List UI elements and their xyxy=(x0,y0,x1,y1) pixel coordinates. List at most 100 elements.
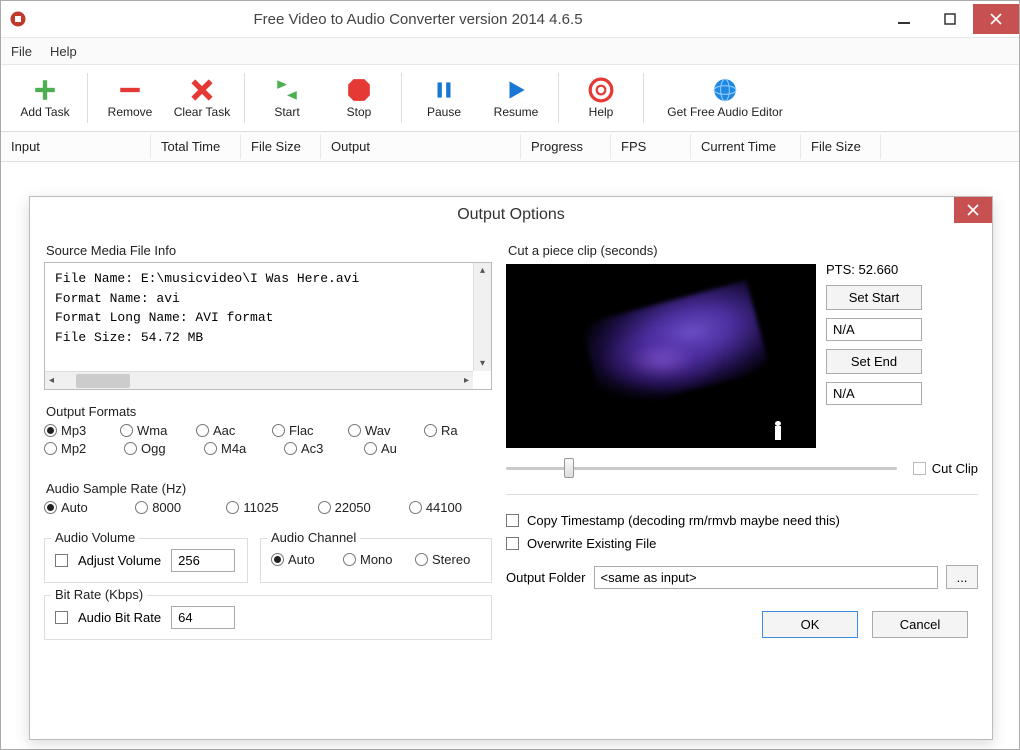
radio-dot-icon xyxy=(124,442,137,455)
format-radio-ogg[interactable]: Ogg xyxy=(124,441,196,456)
close-icon xyxy=(967,204,979,216)
cut-clip-label: Cut a piece clip (seconds) xyxy=(508,243,978,258)
samplerate-radio-22050[interactable]: 22050 xyxy=(318,500,401,515)
convert-icon xyxy=(274,77,300,103)
col-output[interactable]: Output xyxy=(321,134,521,159)
radio-dot-icon xyxy=(120,424,133,437)
browse-button[interactable]: ... xyxy=(946,565,978,589)
clear-task-button[interactable]: Clear Task xyxy=(166,71,238,125)
overwrite-label: Overwrite Existing File xyxy=(527,536,656,551)
radio-dot-icon xyxy=(284,442,297,455)
format-radio-wma[interactable]: Wma xyxy=(120,423,188,438)
bitrate-checkbox[interactable] xyxy=(55,611,68,624)
col-file-size2[interactable]: File Size xyxy=(801,134,881,159)
scroll-left-icon: ◂ xyxy=(45,373,56,388)
copy-timestamp-checkbox[interactable] xyxy=(506,514,519,527)
set-end-button[interactable]: Set End xyxy=(826,349,922,374)
pts-label: PTS: 52.660 xyxy=(826,262,922,277)
output-formats-label: Output Formats xyxy=(46,404,492,419)
separator xyxy=(558,73,559,123)
scroll-thumb[interactable] xyxy=(76,374,130,388)
channel-radio-mono[interactable]: Mono xyxy=(343,552,409,567)
separator xyxy=(643,73,644,123)
ok-button[interactable]: OK xyxy=(762,611,858,638)
scroll-up-icon: ▴ xyxy=(478,263,487,278)
toolbar: Add Task Remove Clear Task Start Stop Pa… xyxy=(1,65,1019,132)
minimize-button[interactable] xyxy=(881,4,927,34)
end-value[interactable]: N/A xyxy=(826,382,922,405)
start-value[interactable]: N/A xyxy=(826,318,922,341)
channel-radio-stereo[interactable]: Stereo xyxy=(415,552,481,567)
channel-radio-auto[interactable]: Auto xyxy=(271,552,337,567)
remove-button[interactable]: Remove xyxy=(94,71,166,125)
format-radio-ac3[interactable]: Ac3 xyxy=(284,441,356,456)
volume-input[interactable] xyxy=(171,549,235,572)
cut-clip-checkbox[interactable] xyxy=(913,462,926,475)
help-button[interactable]: Help xyxy=(565,71,637,125)
channel-group: Audio Channel AutoMonoStereo xyxy=(260,538,492,583)
radio-dot-icon xyxy=(415,553,428,566)
get-editor-button[interactable]: Get Free Audio Editor xyxy=(650,71,800,125)
col-file-size[interactable]: File Size xyxy=(241,134,321,159)
scroll-down-icon: ▾ xyxy=(478,356,487,371)
format-radio-mp2[interactable]: Mp2 xyxy=(44,441,116,456)
horizontal-scrollbar[interactable]: ◂ ▸ xyxy=(45,371,473,389)
source-info-label: Source Media File Info xyxy=(46,243,492,258)
col-progress[interactable]: Progress xyxy=(521,134,611,159)
output-folder-label: Output Folder xyxy=(506,570,586,585)
bitrate-group: Bit Rate (Kbps) Audio Bit Rate xyxy=(44,595,492,640)
col-current-time[interactable]: Current Time xyxy=(691,134,801,159)
format-radio-mp3[interactable]: Mp3 xyxy=(44,423,112,438)
col-fps[interactable]: FPS xyxy=(611,134,691,159)
adjust-volume-label: Adjust Volume xyxy=(78,553,161,568)
format-radio-aac[interactable]: Aac xyxy=(196,423,264,438)
copy-timestamp-label: Copy Timestamp (decoding rm/rmvb maybe n… xyxy=(527,513,840,528)
start-button[interactable]: Start xyxy=(251,71,323,125)
samplerate-radio-8000[interactable]: 8000 xyxy=(135,500,218,515)
samplerate-radio-auto[interactable]: Auto xyxy=(44,500,127,515)
position-slider[interactable] xyxy=(506,458,897,478)
cut-clip-text: Cut Clip xyxy=(932,461,978,476)
radio-dot-icon xyxy=(343,553,356,566)
adjust-volume-checkbox[interactable] xyxy=(55,554,68,567)
separator xyxy=(401,73,402,123)
col-total-time[interactable]: Total Time xyxy=(151,134,241,159)
dialog-close-button[interactable] xyxy=(954,197,992,223)
dialog-title: Output Options xyxy=(457,206,565,224)
window-title: Free Video to Audio Converter version 20… xyxy=(0,11,881,28)
menubar: File Help xyxy=(1,37,1019,65)
format-radio-wav[interactable]: Wav xyxy=(348,423,416,438)
radio-dot-icon xyxy=(409,501,422,514)
radio-dot-icon xyxy=(135,501,148,514)
format-radio-au[interactable]: Au xyxy=(364,441,436,456)
menu-help[interactable]: Help xyxy=(50,44,77,59)
bitrate-label: Audio Bit Rate xyxy=(78,610,161,625)
vertical-scrollbar[interactable]: ▴ ▾ xyxy=(473,263,491,371)
samplerate-radio-44100[interactable]: 44100 xyxy=(409,500,492,515)
set-start-button[interactable]: Set Start xyxy=(826,285,922,310)
close-button[interactable] xyxy=(973,4,1019,34)
col-input[interactable]: Input xyxy=(1,134,151,159)
maximize-button[interactable] xyxy=(927,4,973,34)
lifebuoy-icon xyxy=(588,77,614,103)
radio-dot-icon xyxy=(318,501,331,514)
scroll-right-icon: ▸ xyxy=(462,373,473,388)
overwrite-checkbox[interactable] xyxy=(506,537,519,550)
samplerate-radio-11025[interactable]: 11025 xyxy=(226,500,309,515)
radio-dot-icon xyxy=(272,424,285,437)
add-task-button[interactable]: Add Task xyxy=(9,71,81,125)
bitrate-input[interactable] xyxy=(171,606,235,629)
separator xyxy=(87,73,88,123)
format-radio-m4a[interactable]: M4a xyxy=(204,441,276,456)
menu-file[interactable]: File xyxy=(11,44,32,59)
format-radio-flac[interactable]: Flac xyxy=(272,423,340,438)
minus-icon xyxy=(117,77,143,103)
resume-button[interactable]: Resume xyxy=(480,71,552,125)
pause-button[interactable]: Pause xyxy=(408,71,480,125)
radio-dot-icon xyxy=(44,442,57,455)
stop-button[interactable]: Stop xyxy=(323,71,395,125)
video-preview xyxy=(506,264,816,448)
output-folder-input[interactable] xyxy=(594,566,939,589)
format-radio-ra[interactable]: Ra xyxy=(424,423,492,438)
cancel-button[interactable]: Cancel xyxy=(872,611,968,638)
